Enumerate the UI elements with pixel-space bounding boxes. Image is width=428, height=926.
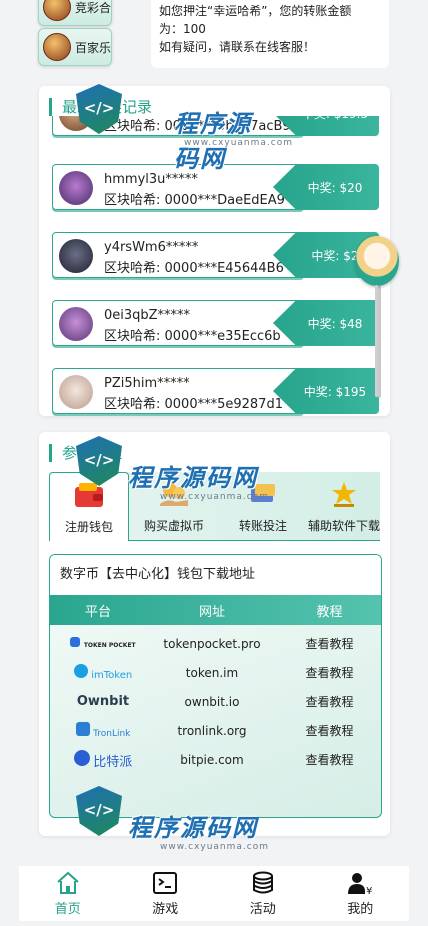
- game-label: 百家乐: [75, 40, 112, 55]
- user-icon: ¥: [348, 873, 373, 896]
- winners-card: 最新中奖记录 区块哈希: 0000***0bE27acB9 中奖: $19.5 …: [39, 86, 390, 416]
- table-row: 比特派 bitpie.com 查看教程: [50, 745, 381, 774]
- list-item: 区块哈希: 0000***0bE27acB9 中奖: $19.5: [52, 116, 379, 136]
- wallet-url[interactable]: tronlink.org: [146, 724, 278, 738]
- avatar: [59, 307, 93, 341]
- table-row: Ownbit ownbit.io 查看教程: [50, 687, 381, 716]
- block-hash: 区块哈希: 0000***DaeEdEA9: [104, 193, 285, 208]
- bitpie-logo: 比特派: [50, 749, 146, 770]
- process-card: 参与流程 注册钱包 购买虚拟币 转账投注 辅助软件下载 数字币【去中心化】钱包下…: [39, 432, 390, 836]
- tab-software-download[interactable]: 辅助软件下载: [305, 472, 383, 540]
- process-tabs: 注册钱包 购买虚拟币 转账投注 辅助软件下载: [49, 472, 383, 541]
- tab-register-wallet[interactable]: 注册钱包: [49, 472, 129, 541]
- svg-text:¥: ¥: [366, 886, 372, 896]
- tab-label: 购买虚拟币: [143, 519, 204, 533]
- view-tutorial-link[interactable]: 查看教程: [278, 664, 381, 681]
- list-item: 0ei3qbZ***** 区块哈希: 0000***e35Ecc6b 中奖: $…: [52, 300, 379, 346]
- block-hash: 区块哈希: 0000***e35Ecc6b: [104, 329, 281, 344]
- view-tutorial-link[interactable]: 查看教程: [278, 635, 381, 652]
- wallet-url[interactable]: ownbit.io: [146, 695, 278, 709]
- wallet-table-header: 平台 网址 教程: [50, 595, 381, 625]
- avatar: [59, 116, 93, 131]
- tab-label: 注册钱包: [64, 520, 113, 534]
- game-tile-baccarat[interactable]: 百家乐: [38, 28, 112, 66]
- username: 0ei3qbZ*****: [104, 308, 191, 323]
- username: y4rsWm6*****: [104, 240, 199, 255]
- game-console-icon: [153, 872, 178, 894]
- bet-notice: 如您押注“幸运哈希”，您的转账金额 为：100 如有疑问，请联系在线客服！: [151, 0, 389, 68]
- wallet-url[interactable]: token.im: [146, 666, 278, 680]
- process-title: 参与流程: [49, 444, 122, 462]
- imtoken-logo: imToken: [50, 664, 146, 681]
- wallet-url[interactable]: bitpie.com: [146, 753, 278, 767]
- notice-line: 如您押注“幸运哈希”，您的转账金额: [159, 4, 352, 18]
- winner-info: PZi5him***** 区块哈希: 0000***5e9287d1: [52, 368, 304, 414]
- winners-title: 最新中奖记录: [49, 98, 152, 116]
- winner-info: 0ei3qbZ***** 区块哈希: 0000***e35Ecc6b: [52, 300, 304, 346]
- avatar: [59, 375, 93, 409]
- tab-label: 辅助软件下载: [307, 519, 380, 533]
- list-item: y4rsWm6***** 区块哈希: 0000***E45644B6 中奖: $…: [52, 232, 379, 278]
- table-row: imToken token.im 查看教程: [50, 658, 381, 687]
- trophy-icon: [332, 482, 356, 507]
- home-icon: [57, 871, 79, 894]
- view-tutorial-link[interactable]: 查看教程: [278, 751, 381, 768]
- block-hash: 区块哈希: 0000***0bE27acB9: [104, 119, 291, 134]
- game-icon: [43, 0, 71, 21]
- view-tutorial-link[interactable]: 查看教程: [278, 722, 381, 739]
- wallet-icon: [75, 483, 103, 507]
- page-scrollbar[interactable]: [375, 285, 378, 397]
- nav-mine[interactable]: ¥ 我的: [312, 866, 410, 921]
- block-hash: 区块哈希: 0000***E45644B6: [104, 261, 284, 276]
- watermark-url: www.cxyuanma.com: [160, 842, 270, 852]
- notice-line: 如有疑问，请联系在线客服！: [159, 40, 316, 54]
- notice-line: 为：100: [159, 22, 206, 36]
- game-label: 竞彩合: [75, 0, 112, 15]
- nav-label: 活动: [249, 902, 276, 917]
- col-url: 网址: [198, 604, 225, 620]
- list-scrollbar[interactable]: [378, 286, 381, 398]
- coin-stack-icon: [252, 871, 273, 894]
- table-row: TOKEN POCKET tokenpocket.pro 查看教程: [50, 629, 381, 658]
- view-tutorial-link[interactable]: 查看教程: [278, 693, 381, 710]
- customer-service-avatar[interactable]: [355, 236, 399, 286]
- table-row: TronLink tronlink.org 查看教程: [50, 716, 381, 745]
- tab-label: 转账投注: [238, 519, 287, 533]
- ownbit-logo: Ownbit: [76, 694, 130, 709]
- nav-home[interactable]: 首页: [19, 866, 117, 921]
- tokenpocket-logo: TOKEN POCKET: [50, 637, 146, 650]
- winner-info: 区块哈希: 0000***0bE27acB9: [52, 116, 304, 136]
- nav-label: 首页: [54, 902, 81, 917]
- wallet-url[interactable]: tokenpocket.pro: [146, 637, 278, 651]
- col-tutorial: 教程: [316, 604, 343, 620]
- transfer-icon: [251, 484, 275, 502]
- username: PZi5him*****: [104, 376, 190, 391]
- coins-hand-icon: [160, 483, 188, 506]
- username: hmmyl3u*****: [104, 172, 198, 187]
- bottom-nav: 首页 游戏 活动 ¥ 我的: [19, 866, 409, 921]
- tab-transfer-bet[interactable]: 转账投注: [223, 472, 303, 540]
- col-platform: 平台: [84, 604, 111, 620]
- winners-list[interactable]: 区块哈希: 0000***0bE27acB9 中奖: $19.5 hmmyl3u…: [52, 116, 380, 416]
- avatar: [59, 239, 93, 273]
- nav-label: 游戏: [152, 902, 179, 917]
- winner-info: y4rsWm6***** 区块哈希: 0000***E45644B6: [52, 232, 304, 278]
- list-item: PZi5him***** 区块哈希: 0000***5e9287d1 中奖: $…: [52, 368, 379, 414]
- tab-buy-crypto[interactable]: 购买虚拟币: [133, 472, 215, 540]
- avatar: [59, 171, 93, 205]
- list-item: hmmyl3u***** 区块哈希: 0000***DaeEdEA9 中奖: $…: [52, 164, 379, 210]
- tronlink-logo: TronLink: [50, 722, 146, 739]
- nav-activity[interactable]: 活动: [214, 866, 312, 921]
- wallet-download-box: 数字币【去中心化】钱包下载地址 平台 网址 教程 TOKEN POCKET to…: [49, 554, 382, 818]
- nav-games[interactable]: 游戏: [117, 866, 215, 921]
- block-hash: 区块哈希: 0000***5e9287d1: [104, 397, 283, 412]
- game-tile-jingcai[interactable]: 竞彩合: [38, 0, 112, 26]
- wallet-box-title: 数字币【去中心化】钱包下载地址: [50, 555, 381, 595]
- game-icon: [43, 33, 71, 61]
- nav-label: 我的: [347, 902, 374, 917]
- winner-info: hmmyl3u***** 区块哈希: 0000***DaeEdEA9: [52, 164, 304, 210]
